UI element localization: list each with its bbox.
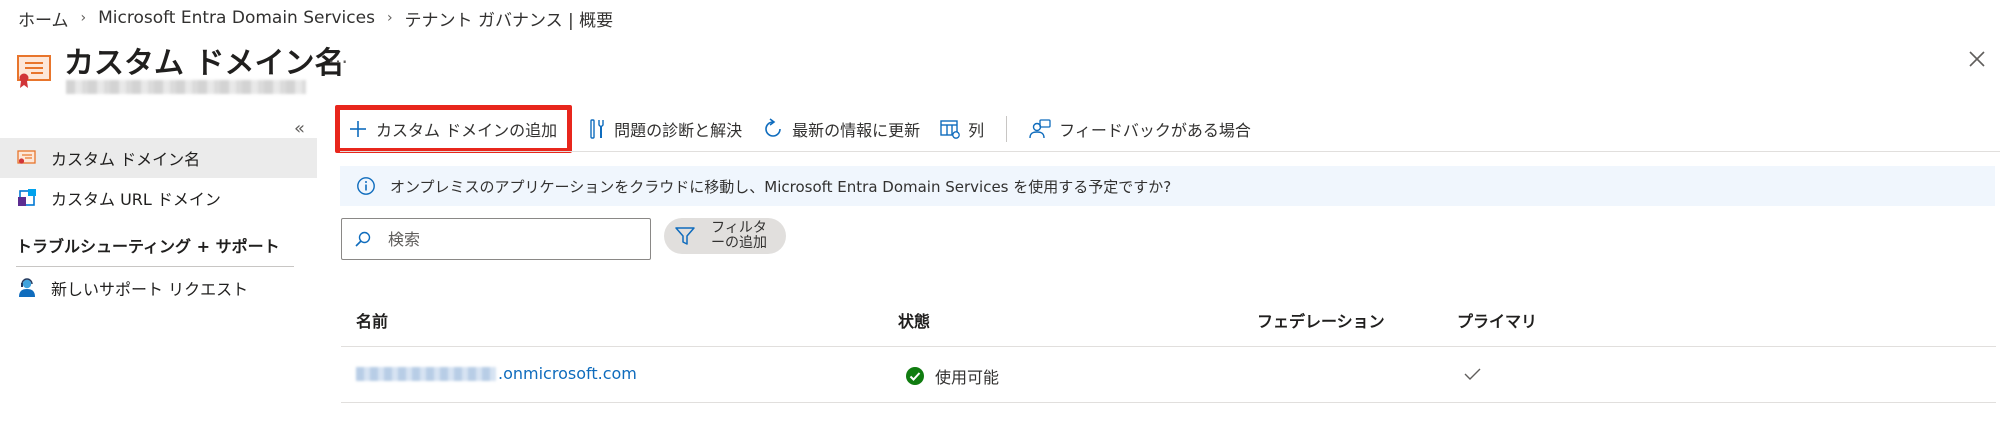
domain-certificate-icon [17, 148, 37, 168]
add-filter-button[interactable]: フィルタ ーの追加 [664, 218, 786, 254]
table-row[interactable]: .onmicrosoft.com [356, 364, 637, 383]
page-title: カスタム ドメイン名 [64, 46, 345, 81]
add-custom-domain-label: カスタム ドメインの追加 [376, 121, 558, 140]
wrench-screwdriver-icon [590, 119, 604, 139]
filter-icon [675, 227, 695, 245]
toolbar-separator [340, 151, 2000, 152]
redacted-subtitle [66, 80, 306, 94]
breadcrumb-entra-domain-services[interactable]: Microsoft Entra Domain Services [98, 8, 375, 28]
sidebar-item-label: 新しいサポート リクエスト [51, 280, 249, 299]
sidebar-section-troubleshooting: トラブルシューティング + サポート [16, 237, 280, 256]
feedback-person-icon [1029, 119, 1051, 139]
column-header-status[interactable]: 状態 [898, 308, 930, 332]
chevron-right-icon: › [386, 10, 393, 26]
diagnose-label: 問題の診断と解決 [614, 121, 743, 140]
plus-icon [350, 121, 366, 137]
search-input[interactable] [386, 228, 610, 250]
table-row-divider [341, 402, 1996, 403]
columns-icon [940, 120, 960, 139]
chevron-right-icon: › [80, 10, 87, 26]
breadcrumb-home[interactable]: ホーム [18, 6, 69, 31]
redacted-domain-prefix [356, 366, 496, 381]
refresh-label: 最新の情報に更新 [792, 121, 921, 140]
more-options-icon[interactable]: … [328, 44, 349, 68]
columns-label: 列 [968, 121, 985, 140]
toolbar-divider [1006, 116, 1008, 142]
feedback-button[interactable]: フィードバックがある場合 [1019, 108, 1261, 150]
refresh-icon [765, 118, 781, 137]
url-domain-icon [17, 188, 37, 208]
breadcrumb-tenant-governance[interactable]: テナント ガバナンス | 概要 [405, 6, 614, 31]
check-circle-icon [906, 367, 924, 385]
sidebar-item-custom-domain-names[interactable]: カスタム ドメイン名 [0, 138, 317, 178]
sidebar-item-label: カスタム URL ドメイン [51, 190, 221, 209]
sidebar-item-label: カスタム ドメイン名 [51, 150, 201, 169]
search-box[interactable] [341, 218, 651, 260]
breadcrumb: ホーム › Microsoft Entra Domain Services › … [18, 6, 614, 31]
support-person-icon [17, 278, 37, 298]
feedback-label: フィードバックがある場合 [1059, 121, 1251, 140]
info-banner[interactable]: オンプレミスのアプリケーションをクラウドに移動し、Microsoft Entra… [340, 166, 1995, 206]
sidebar-item-custom-url-domain[interactable]: カスタム URL ドメイン [0, 178, 317, 218]
primary-check-icon [1462, 364, 1482, 388]
diagnose-button[interactable]: 問題の診断と解決 [578, 108, 752, 150]
add-filter-label: フィルタ ーの追加 [711, 220, 767, 251]
close-icon[interactable] [1964, 46, 1990, 72]
domain-name-link[interactable]: .onmicrosoft.com [498, 364, 637, 383]
refresh-button[interactable]: 最新の情報に更新 [752, 108, 930, 150]
status-label: 使用可能 [935, 368, 1000, 387]
add-custom-domain-button[interactable]: カスタム ドメインの追加 [335, 105, 573, 153]
column-header-primary[interactable]: プライマリ [1457, 308, 1537, 332]
command-bar: カスタム ドメインの追加 問題の診断と解決 最新の情報に更新 列 フィードバック… [335, 105, 1261, 153]
collapse-sidebar-icon[interactable]: « [294, 118, 305, 139]
column-header-name[interactable]: 名前 [356, 308, 388, 332]
info-icon [357, 177, 375, 195]
columns-button[interactable]: 列 [930, 108, 994, 150]
search-icon [355, 231, 371, 247]
column-header-federation[interactable]: フェデレーション [1257, 308, 1385, 332]
domain-certificate-icon [16, 52, 54, 90]
table-header-divider [341, 346, 1996, 347]
sidebar-item-new-support-request[interactable]: 新しいサポート リクエスト [0, 268, 317, 308]
info-banner-text: オンプレミスのアプリケーションをクラウドに移動し、Microsoft Entra… [390, 177, 1172, 196]
status-cell: 使用可能 [905, 364, 999, 388]
sidebar-divider [16, 266, 294, 267]
